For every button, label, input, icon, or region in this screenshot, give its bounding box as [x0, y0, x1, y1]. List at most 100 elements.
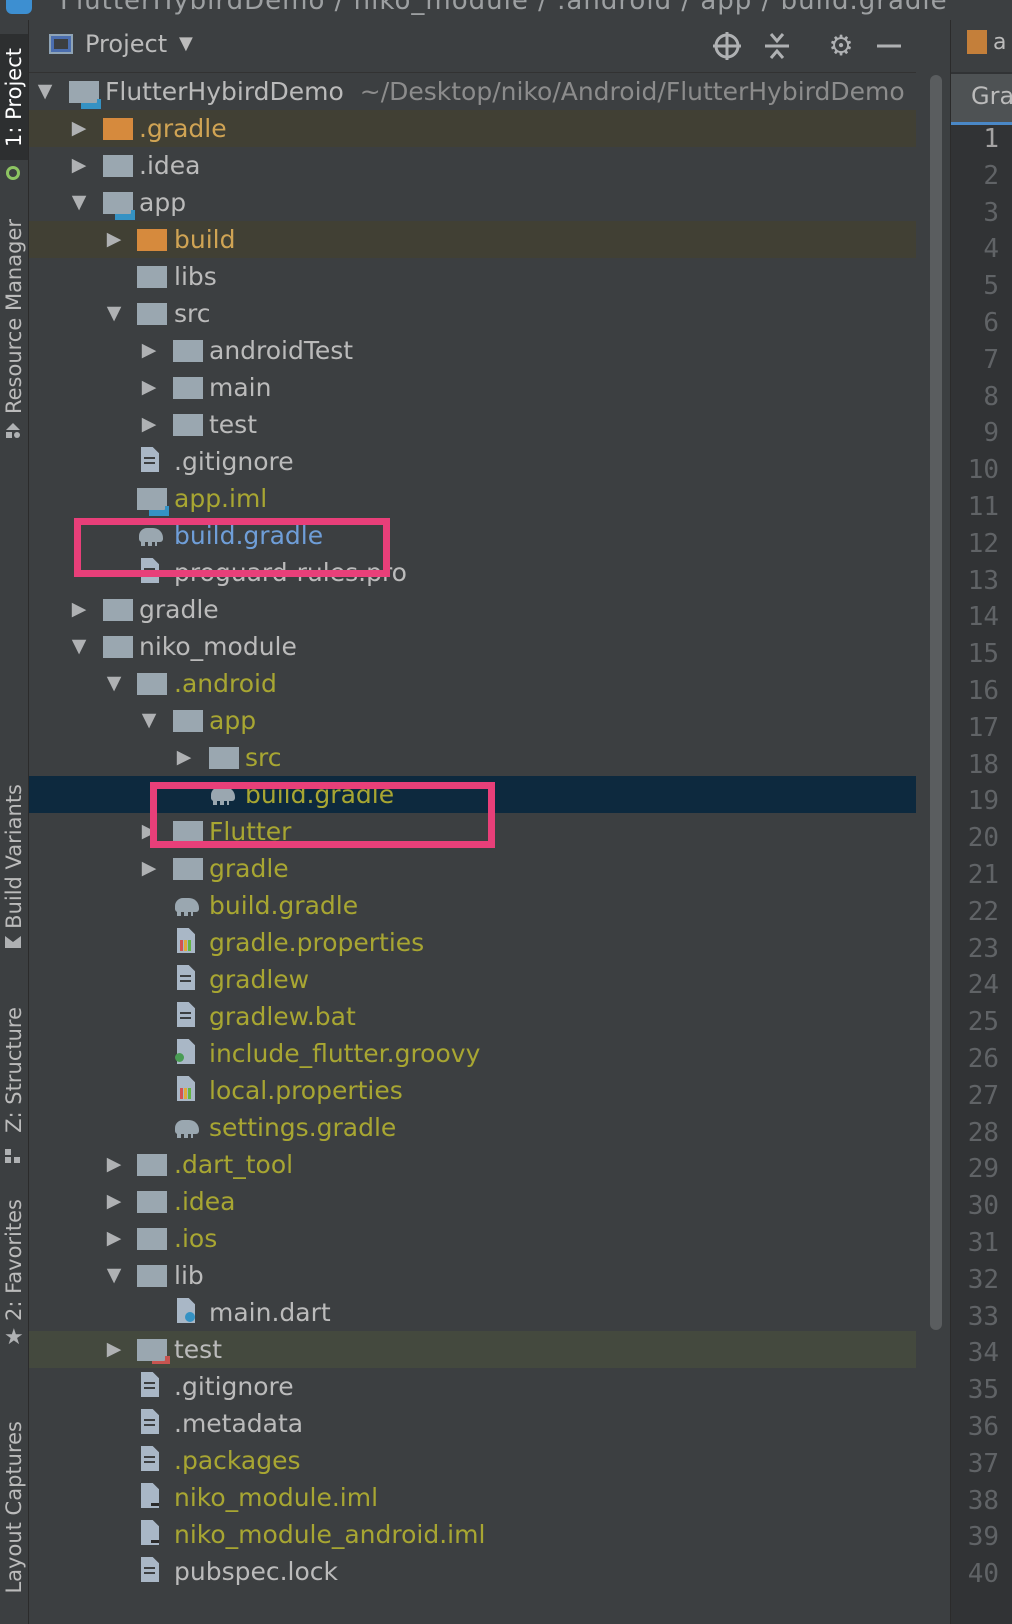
tree-row[interactable]: ▶ gradle: [29, 850, 916, 887]
tree-label: .idea: [174, 1187, 236, 1216]
tree-row[interactable]: ▶ .gradle: [29, 110, 916, 147]
tree-label: gradle: [209, 854, 289, 883]
chevron-right-icon[interactable]: ▶: [67, 591, 91, 628]
line-number: 25: [967, 1007, 999, 1038]
tree-row[interactable]: app.iml: [29, 480, 916, 517]
chevron-down-icon[interactable]: ▼: [102, 1257, 126, 1294]
tree-row[interactable]: gradlew: [29, 961, 916, 998]
line-number: 36: [967, 1412, 999, 1442]
chevron-down-icon[interactable]: ▼: [67, 184, 91, 221]
tree-row[interactable]: ▶ .ios: [29, 1220, 916, 1257]
chevron-right-icon[interactable]: ▶: [137, 406, 161, 443]
chevron-right-icon[interactable]: ▶: [102, 1331, 126, 1368]
structure-icon: [5, 1149, 20, 1163]
chevron-right-icon[interactable]: ▶: [102, 1220, 126, 1257]
line-number: 26: [967, 1044, 999, 1074]
tab-resource-manager[interactable]: Resource Manager: [0, 212, 28, 422]
chevron-right-icon[interactable]: ▶: [137, 369, 161, 406]
tree-row[interactable]: gradlew.bat: [29, 998, 916, 1035]
editor-file-tab[interactable]: a: [951, 20, 1012, 72]
tree-label: libs: [174, 262, 217, 291]
minimize-icon[interactable]: [871, 28, 907, 64]
tree-scrollbar[interactable]: [930, 75, 942, 1330]
tree-row[interactable]: .metadata: [29, 1405, 916, 1442]
project-tree[interactable]: ▼ FlutterHybirdDemo ~/Desktop/niko/Andro…: [29, 73, 916, 1624]
tree-row[interactable]: .packages: [29, 1442, 916, 1479]
chevron-right-icon[interactable]: ▶: [102, 1146, 126, 1183]
line-number: 32: [967, 1264, 999, 1295]
tree-row[interactable]: ▶ build: [29, 221, 916, 258]
tree-label: niko_module_android.iml: [174, 1520, 486, 1549]
project-view-selector[interactable]: Project: [85, 30, 167, 58]
tab-build-variants[interactable]: Build Variants: [0, 780, 28, 932]
folder-icon: [137, 1228, 167, 1250]
chevron-right-icon[interactable]: ▶: [102, 1183, 126, 1220]
tree-row[interactable]: niko_module_android.iml: [29, 1516, 916, 1553]
tab-layout-captures[interactable]: Layout Captures: [0, 1390, 28, 1624]
tree-row[interactable]: ▶ main: [29, 369, 916, 406]
tree-label: app: [139, 188, 187, 217]
line-number: 4: [983, 234, 999, 265]
tree-row[interactable]: local.properties: [29, 1072, 916, 1109]
tree-row[interactable]: ▶ gradle: [29, 591, 916, 628]
tree-label: app.iml: [174, 484, 268, 513]
tree-row[interactable]: niko_module.iml: [29, 1479, 916, 1516]
tree-row[interactable]: main.dart: [29, 1294, 916, 1331]
chevron-down-icon[interactable]: ▼: [102, 295, 126, 332]
tab-structure[interactable]: Z: Structure: [0, 995, 28, 1145]
tree-row[interactable]: ▼ app: [29, 702, 916, 739]
tree-row[interactable]: .gitignore: [29, 443, 916, 480]
chevron-right-icon[interactable]: ▶: [172, 739, 196, 776]
gradle-tool-tab[interactable]: Gra: [951, 74, 1012, 125]
left-tool-window-strip: 1: Project Resource Manager Build Varian…: [0, 20, 29, 1624]
collapse-all-icon[interactable]: [759, 28, 795, 64]
tree-row[interactable]: libs: [29, 258, 916, 295]
chevron-right-icon[interactable]: ▶: [102, 221, 126, 258]
tree-row[interactable]: build.gradle: [29, 887, 916, 924]
tree-row[interactable]: ▼ .android: [29, 665, 916, 702]
locate-icon[interactable]: [709, 28, 745, 64]
groovy-file-icon: [173, 1043, 203, 1065]
chevron-right-icon[interactable]: ▶: [137, 850, 161, 887]
triangle-down-icon[interactable]: ▼: [179, 33, 193, 54]
tree-row[interactable]: pubspec.lock: [29, 1553, 916, 1590]
tree-row[interactable]: ▶ test: [29, 1331, 916, 1368]
chevron-right-icon[interactable]: ▶: [137, 332, 161, 369]
tree-row[interactable]: ▶ .idea: [29, 1183, 916, 1220]
chevron-down-icon[interactable]: ▼: [33, 73, 57, 110]
tree-row[interactable]: gradle.properties: [29, 924, 916, 961]
tree-label: gradle: [139, 595, 219, 624]
line-number: 38: [967, 1485, 999, 1516]
gear-icon[interactable]: ⚙: [823, 28, 859, 64]
tree-row[interactable]: ▼ src: [29, 295, 916, 332]
tree-row[interactable]: settings.gradle: [29, 1109, 916, 1146]
tab-favorites[interactable]: 2: Favorites: [0, 1190, 28, 1330]
chevron-down-icon[interactable]: ▼: [67, 628, 91, 665]
tree-row-root[interactable]: ▼ FlutterHybirdDemo ~/Desktop/niko/Andro…: [29, 73, 916, 110]
excluded-folder-icon: [103, 118, 133, 140]
tree-label: build.gradle: [209, 891, 359, 920]
chevron-down-icon[interactable]: ▼: [102, 665, 126, 702]
tree-row[interactable]: ▶ androidTest: [29, 332, 916, 369]
line-number: 15: [967, 639, 999, 670]
tab-project[interactable]: 1: Project: [0, 34, 28, 160]
properties-file-icon: [173, 1080, 203, 1102]
chevron-down-icon[interactable]: ▼: [137, 702, 161, 739]
tree-row[interactable]: include_flutter.groovy: [29, 1035, 916, 1072]
line-number: 23: [967, 933, 999, 964]
tree-row[interactable]: ▶ src: [29, 739, 916, 776]
dart-file-icon: [173, 1302, 203, 1324]
tree-row[interactable]: ▶ .idea: [29, 147, 916, 184]
chevron-right-icon[interactable]: ▶: [67, 110, 91, 147]
tree-row[interactable]: ▶ test: [29, 406, 916, 443]
tree-label: local.properties: [209, 1076, 403, 1105]
chevron-right-icon[interactable]: ▶: [67, 147, 91, 184]
folder-icon: [173, 858, 203, 880]
tree-label: gradle.properties: [209, 928, 425, 957]
tree-row[interactable]: ▼ lib: [29, 1257, 916, 1294]
tree-row[interactable]: .gitignore: [29, 1368, 916, 1405]
tree-row[interactable]: ▼ app: [29, 184, 916, 221]
tree-row[interactable]: ▶ .dart_tool: [29, 1146, 916, 1183]
tree-label: gradlew.bat: [209, 1002, 356, 1031]
tree-row[interactable]: ▼ niko_module: [29, 628, 916, 665]
